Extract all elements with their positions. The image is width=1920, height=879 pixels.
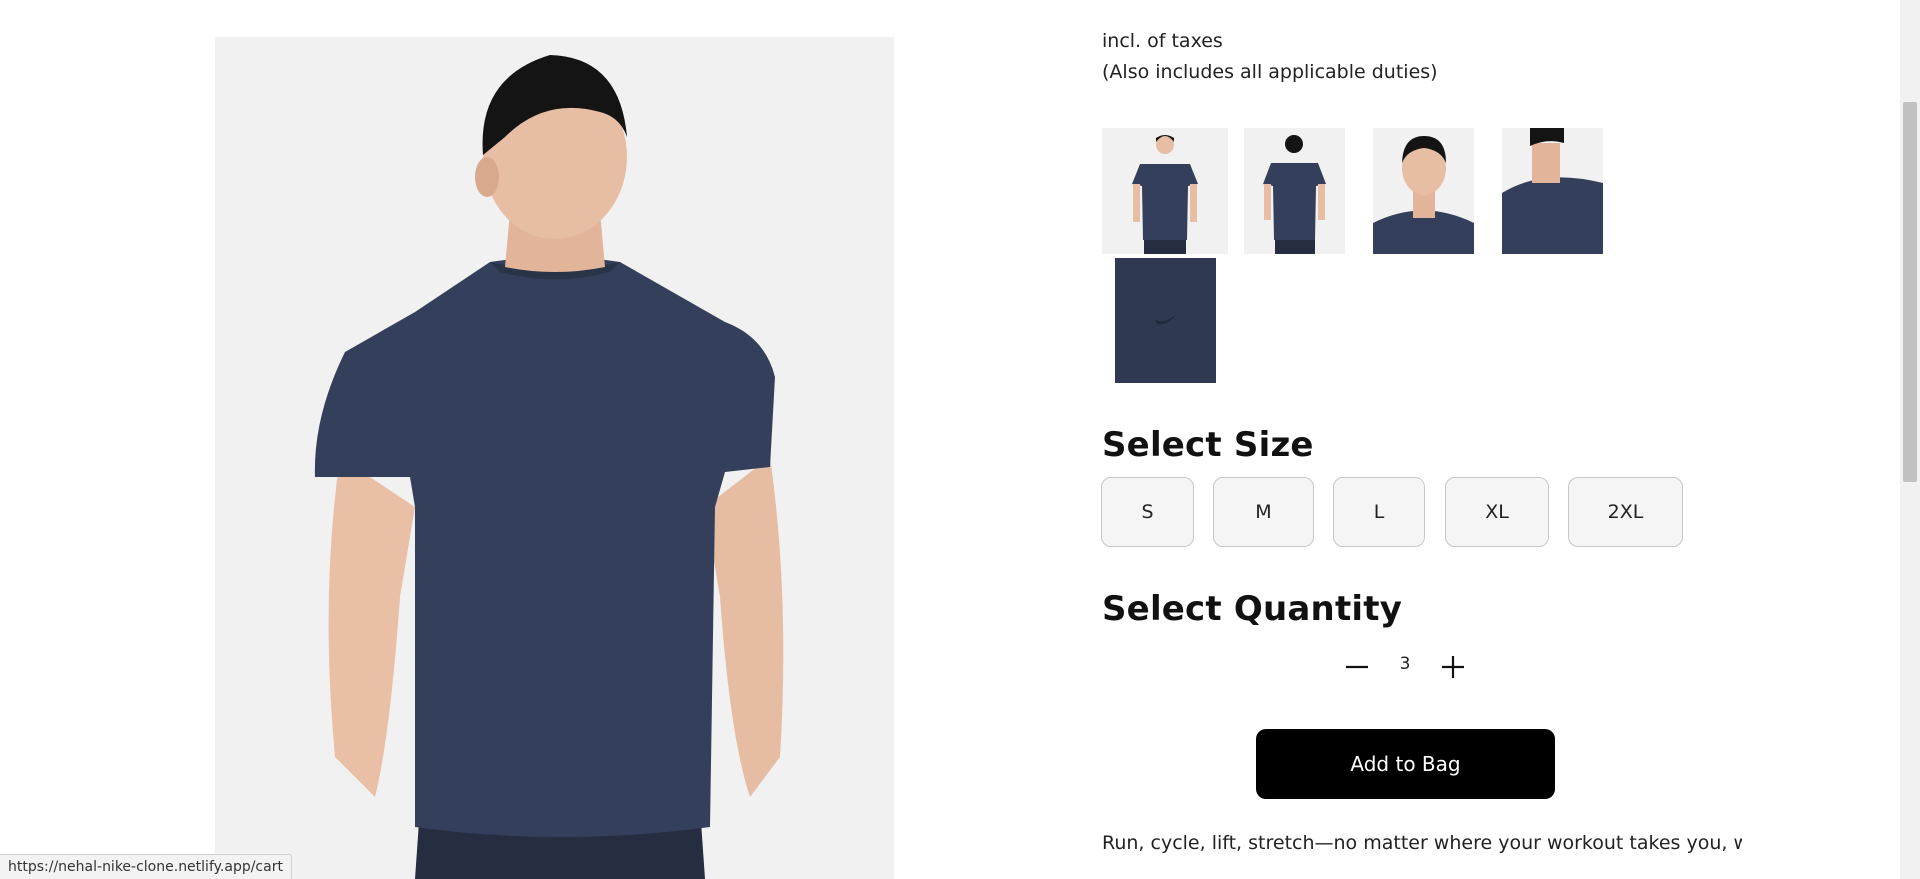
size-label: 2XL: [1607, 501, 1644, 523]
status-bar-url: https://nehal-nike-clone.netlify.app/car…: [0, 854, 292, 879]
add-to-bag-button[interactable]: Add to Bag: [1256, 729, 1555, 799]
minus-icon: [1346, 665, 1368, 669]
size-label: XL: [1485, 501, 1509, 523]
thumbnail-fabric-logo[interactable]: [1115, 258, 1216, 383]
product-description: Run, cycle, lift, stretch—no matter wher…: [1102, 832, 1742, 854]
product-page: incl. of taxes (Also includes all applic…: [0, 0, 1920, 879]
thumbnail-front-closeup[interactable]: [1373, 128, 1474, 254]
select-quantity-title: Select Quantity: [1102, 589, 1403, 629]
plus-icon: [1442, 656, 1464, 678]
tax-note: incl. of taxes: [1102, 30, 1223, 52]
add-to-bag-label: Add to Bag: [1350, 752, 1461, 776]
increase-quantity-button[interactable]: [1436, 650, 1470, 684]
size-option-l[interactable]: L: [1333, 477, 1425, 547]
duties-note: (Also includes all applicable duties): [1102, 61, 1438, 83]
main-product-image: [215, 37, 894, 879]
size-option-xl[interactable]: XL: [1445, 477, 1549, 547]
vertical-scrollbar[interactable]: [1900, 0, 1920, 879]
size-label: M: [1255, 501, 1272, 523]
thumbnail-front-full[interactable]: [1102, 128, 1228, 254]
thumbnail-side-closeup[interactable]: [1502, 128, 1603, 254]
scrollbar-thumb[interactable]: [1903, 102, 1917, 482]
size-label: L: [1373, 501, 1385, 523]
size-option-m[interactable]: M: [1213, 477, 1314, 547]
decrease-quantity-button[interactable]: [1340, 650, 1374, 684]
size-label: S: [1141, 501, 1154, 523]
quantity-value: 3: [1399, 654, 1411, 674]
size-option-s[interactable]: S: [1101, 477, 1194, 547]
thumbnail-back-full[interactable]: [1244, 128, 1345, 254]
select-size-title: Select Size: [1102, 425, 1314, 465]
size-option-2xl[interactable]: 2XL: [1568, 477, 1683, 547]
